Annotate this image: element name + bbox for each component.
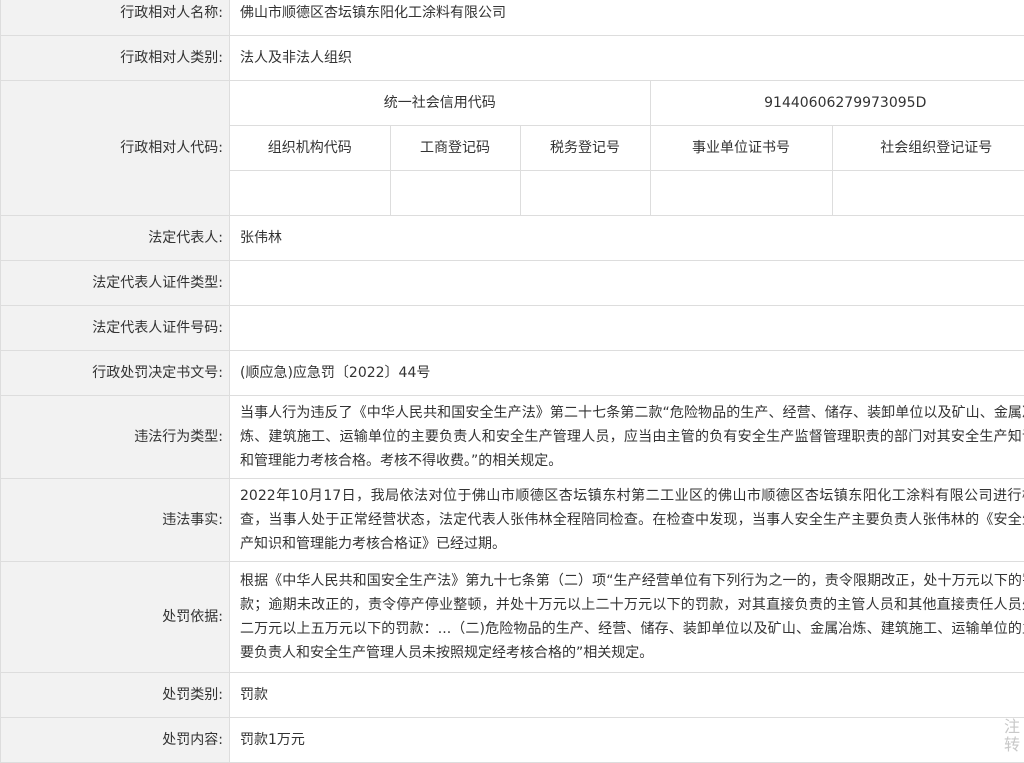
legal-rep-id-no-label: 法定代表人证件号码: bbox=[1, 306, 230, 351]
decision-no-label: 行政处罚决定书文号: bbox=[1, 351, 230, 396]
violation-type-label: 违法行为类型: bbox=[1, 396, 230, 479]
tax-reg-header: 税务登记号 bbox=[520, 126, 650, 171]
business-reg-header: 工商登记码 bbox=[390, 126, 520, 171]
credit-code-label: 统一社会信用代码 bbox=[230, 81, 650, 126]
row-violation-type: 违法行为类型: 当事人行为违反了《中华人民共和国安全生产法》第二十七条第二款“危… bbox=[1, 396, 1024, 479]
org-code-value bbox=[230, 171, 390, 216]
row-decision-no: 行政处罚决定书文号: (顺应急)应急罚〔2022〕44号 bbox=[1, 351, 1024, 396]
violation-type-value: 当事人行为违反了《中华人民共和国安全生产法》第二十七条第二款“危险物品的生产、经… bbox=[230, 396, 1024, 479]
business-reg-value bbox=[390, 171, 520, 216]
social-org-header: 社会组织登记证号 bbox=[832, 126, 1024, 171]
row-name: 行政相对人名称: 佛山市顺德区杏坛镇东阳化工涂料有限公司 bbox=[1, 0, 1024, 36]
penalty-type-value: 罚款 bbox=[230, 673, 1024, 718]
row-legal-rep-id-type: 法定代表人证件类型: bbox=[1, 261, 1024, 306]
category-label: 行政相对人类别: bbox=[1, 36, 230, 81]
row-facts: 违法事实: 2022年10月17日，我局依法对位于佛山市顺德区杏坛镇东村第二工业… bbox=[1, 479, 1024, 562]
watermark: 注转 bbox=[1004, 718, 1018, 754]
name-label: 行政相对人名称: bbox=[1, 0, 230, 36]
basis-value: 根据《中华人民共和国安全生产法》第九十七条第（二）项“生产经营单位有下列行为之一… bbox=[230, 562, 1024, 673]
row-basis: 处罚依据: 根据《中华人民共和国安全生产法》第九十七条第（二）项“生产经营单位有… bbox=[1, 562, 1024, 673]
row-category: 行政相对人类别: 法人及非法人组织 bbox=[1, 36, 1024, 81]
facts-value: 2022年10月17日，我局依法对位于佛山市顺德区杏坛镇东村第二工业区的佛山市顺… bbox=[230, 479, 1024, 562]
facts-label: 违法事实: bbox=[1, 479, 230, 562]
code-label: 行政相对人代码: bbox=[1, 81, 230, 216]
decision-no-value: (顺应急)应急罚〔2022〕44号 bbox=[230, 351, 1024, 396]
institution-cert-value bbox=[650, 171, 832, 216]
credit-code-value: 91440606279973095D bbox=[650, 81, 1024, 126]
code-subtable: 统一社会信用代码 91440606279973095D 组织机构代码 工商登记码… bbox=[230, 81, 1024, 215]
row-code: 行政相对人代码: 统一社会信用代码 91440606279973095D 组织机… bbox=[1, 81, 1024, 216]
row-legal-rep-id-no: 法定代表人证件号码: bbox=[1, 306, 1024, 351]
code-subtable-cell: 统一社会信用代码 91440606279973095D 组织机构代码 工商登记码… bbox=[230, 81, 1024, 216]
legal-rep-label: 法定代表人: bbox=[1, 216, 230, 261]
social-org-value bbox=[832, 171, 1024, 216]
legal-rep-id-type-label: 法定代表人证件类型: bbox=[1, 261, 230, 306]
row-penalty-type: 处罚类别: 罚款 bbox=[1, 673, 1024, 718]
penalty-info-table: 行政相对人名称: 佛山市顺德区杏坛镇东阳化工涂料有限公司 行政相对人类别: 法人… bbox=[0, 0, 1024, 763]
row-legal-rep: 法定代表人: 张伟林 bbox=[1, 216, 1024, 261]
category-value: 法人及非法人组织 bbox=[230, 36, 1024, 81]
legal-rep-value: 张伟林 bbox=[230, 216, 1024, 261]
row-penalty-content: 处罚内容: 罚款1万元 bbox=[1, 718, 1024, 763]
tax-reg-value bbox=[520, 171, 650, 216]
penalty-type-label: 处罚类别: bbox=[1, 673, 230, 718]
legal-rep-id-no-value bbox=[230, 306, 1024, 351]
institution-cert-header: 事业单位证书号 bbox=[650, 126, 832, 171]
legal-rep-id-type-value bbox=[230, 261, 1024, 306]
org-code-header: 组织机构代码 bbox=[230, 126, 390, 171]
name-value: 佛山市顺德区杏坛镇东阳化工涂料有限公司 bbox=[230, 0, 1024, 36]
basis-label: 处罚依据: bbox=[1, 562, 230, 673]
penalty-content-value: 罚款1万元 bbox=[230, 718, 1024, 763]
penalty-content-label: 处罚内容: bbox=[1, 718, 230, 763]
